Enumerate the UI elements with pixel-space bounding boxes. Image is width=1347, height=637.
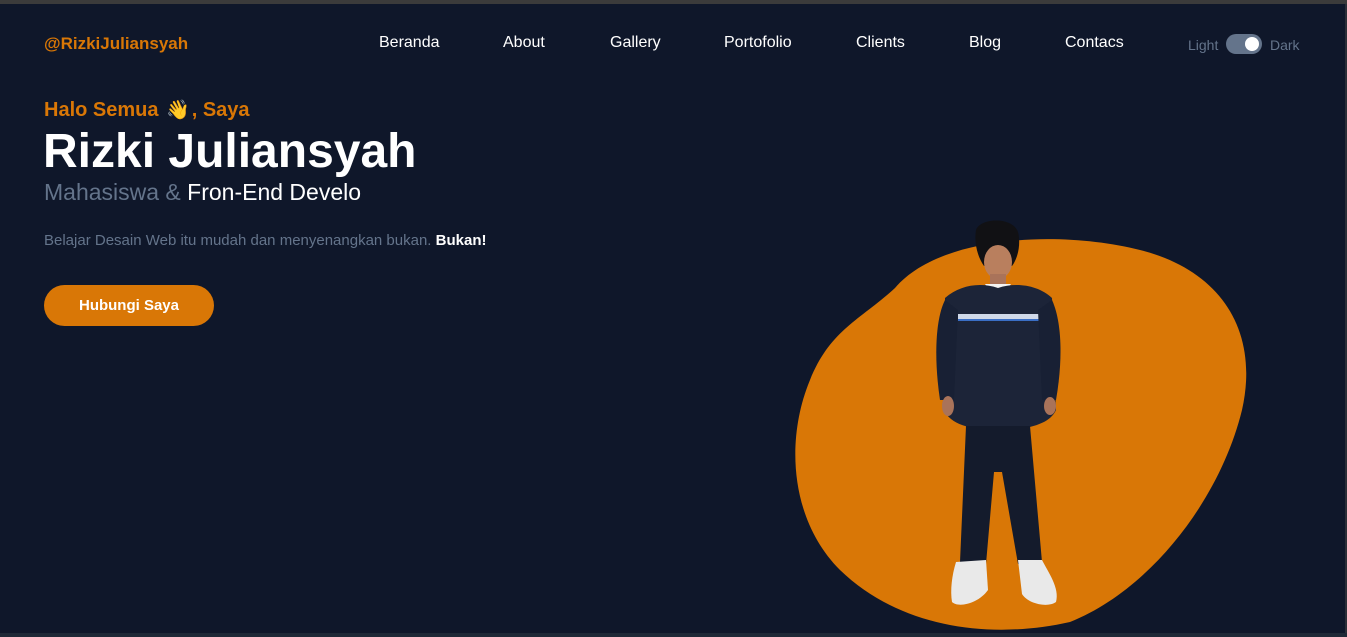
greeting-text: Halo Semua (44, 99, 159, 121)
brand-link[interactable]: @RizkiJuliansyah (44, 34, 188, 54)
tagline-text: Belajar Desain Web itu mudah dan menyena… (44, 232, 432, 249)
nav-item-contacs[interactable]: Contacs (1065, 34, 1124, 52)
nav-item-blog[interactable]: Blog (969, 34, 1001, 52)
hero-name: Rizki Juliansyah (43, 125, 417, 178)
page-bottom-border (0, 633, 1347, 637)
nav-item-portofolio[interactable]: Portofolio (724, 34, 792, 52)
nav-item-about[interactable]: About (503, 34, 545, 52)
nav-item-gallery[interactable]: Gallery (610, 34, 661, 52)
role-student: Mahasiswa & (44, 179, 181, 205)
nav-item-clients[interactable]: Clients (856, 34, 905, 52)
waving-hand-icon: 👋 (166, 100, 190, 121)
hero-tagline: Belajar Desain Web itu mudah dan menyena… (44, 232, 487, 249)
theme-toggle-switch[interactable] (1226, 34, 1262, 54)
greeting-suffix: , Saya (191, 99, 250, 121)
toggle-knob (1245, 37, 1259, 51)
navbar: @RizkiJuliansyah Beranda About Gallery P… (0, 4, 1345, 82)
theme-light-label: Light (1188, 37, 1219, 53)
hero-role: Mahasiswa & Fron-End Develo (44, 179, 361, 206)
hero-greeting: Halo Semua 👋, Saya (44, 98, 250, 122)
page: @RizkiJuliansyah Beranda About Gallery P… (0, 0, 1347, 637)
hero-portrait (780, 210, 1260, 637)
theme-dark-label: Dark (1270, 37, 1300, 53)
contact-me-button[interactable]: Hubungi Saya (44, 285, 214, 326)
nav-item-beranda[interactable]: Beranda (379, 34, 440, 52)
tagline-emphasis: Bukan! (435, 232, 487, 249)
role-typed-text: Fron-End Develo (187, 179, 362, 205)
